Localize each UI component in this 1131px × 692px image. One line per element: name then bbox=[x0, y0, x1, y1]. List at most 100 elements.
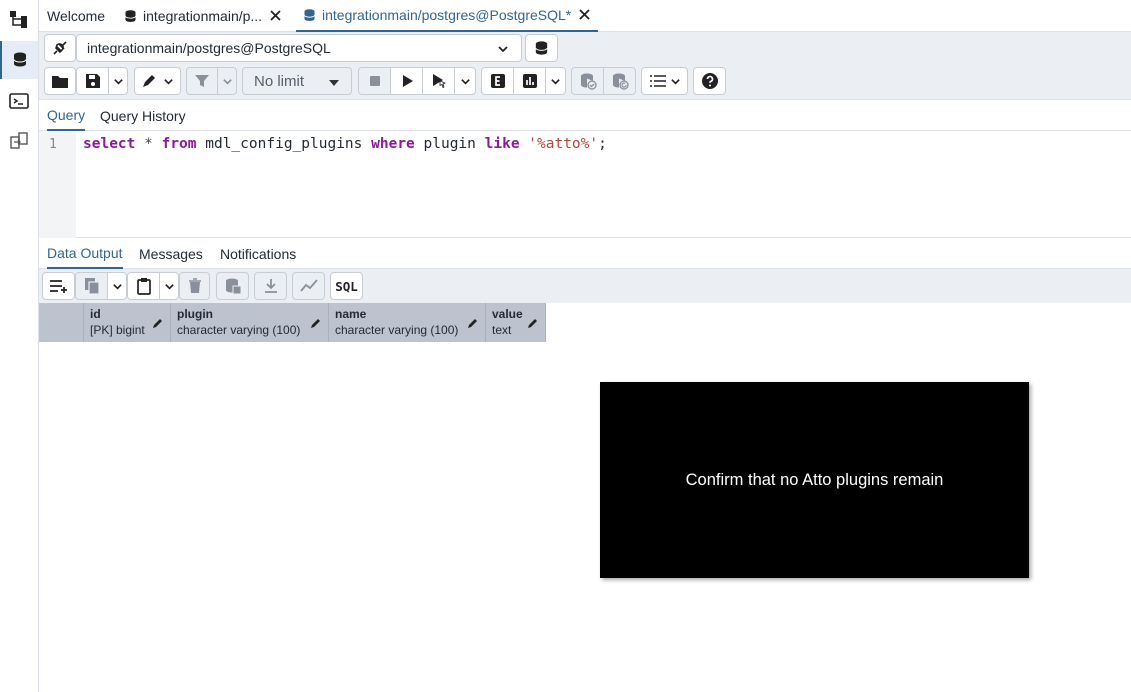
token-star: * bbox=[135, 136, 162, 152]
schema-diff-icon bbox=[10, 132, 28, 149]
paste-button[interactable] bbox=[127, 272, 160, 300]
copy-icon bbox=[84, 278, 100, 295]
database-icon bbox=[304, 8, 315, 21]
explain-button[interactable] bbox=[481, 67, 514, 95]
chevron-down-icon bbox=[164, 283, 174, 290]
add-row-icon bbox=[49, 280, 67, 293]
close-icon[interactable] bbox=[270, 8, 281, 24]
filter-options-dropdown[interactable] bbox=[217, 67, 237, 95]
row-limit-select[interactable]: No limit bbox=[242, 67, 352, 95]
execute-options-dropdown[interactable] bbox=[454, 67, 476, 95]
close-icon[interactable] bbox=[579, 7, 590, 23]
database-commit-icon bbox=[580, 73, 597, 90]
macros-button[interactable] bbox=[641, 67, 688, 95]
play-icon bbox=[402, 75, 413, 87]
execute-button[interactable] bbox=[390, 67, 423, 95]
trash-icon bbox=[188, 278, 201, 293]
open-file-button[interactable] bbox=[44, 67, 76, 95]
download-icon bbox=[264, 279, 277, 293]
graph-visualiser-button[interactable] bbox=[292, 272, 325, 300]
copy-button[interactable] bbox=[75, 272, 108, 300]
sql-button-label: SQL bbox=[335, 278, 358, 294]
tab-label: Messages bbox=[139, 246, 203, 262]
execute-script-button[interactable] bbox=[422, 67, 455, 95]
psql-terminal-button[interactable] bbox=[0, 82, 38, 120]
filter-button[interactable] bbox=[186, 67, 218, 95]
connection-status-button[interactable] bbox=[44, 34, 76, 62]
plug-icon bbox=[53, 41, 67, 55]
explain-options-dropdown[interactable] bbox=[545, 67, 566, 95]
save-options-dropdown[interactable] bbox=[108, 67, 128, 95]
commit-button[interactable] bbox=[571, 67, 604, 95]
tab-messages[interactable]: Messages bbox=[139, 239, 203, 269]
object-explorer-button[interactable] bbox=[0, 0, 38, 38]
instruction-overlay: Confirm that no Atto plugins remain bbox=[600, 382, 1029, 578]
edit-menu-button[interactable] bbox=[134, 67, 181, 95]
sql-button[interactable]: SQL bbox=[330, 272, 363, 300]
column-header-value[interactable]: value text bbox=[486, 303, 546, 342]
help-button[interactable] bbox=[693, 67, 726, 95]
tab-bar: Welcome integrationmain/p... integration… bbox=[39, 0, 1131, 32]
add-row-button[interactable] bbox=[42, 272, 75, 300]
new-connection-button[interactable] bbox=[525, 34, 558, 62]
tab-query[interactable]: Query bbox=[47, 100, 86, 131]
tab-label: Data Output bbox=[47, 245, 123, 261]
line-chart-icon bbox=[299, 279, 318, 292]
explain-analyze-button[interactable] bbox=[513, 67, 546, 95]
query-panel-tabs: Query Query History bbox=[39, 100, 1131, 131]
pencil-icon bbox=[527, 316, 539, 332]
keyword-select: select bbox=[83, 136, 136, 152]
download-button[interactable] bbox=[254, 272, 287, 300]
tab-query-active[interactable]: integrationmain/postgres@PostgreSQL* bbox=[296, 0, 599, 32]
database-rollback-icon bbox=[612, 73, 629, 90]
help-icon bbox=[701, 73, 718, 89]
tab-notifications[interactable]: Notifications bbox=[220, 239, 296, 269]
row-number-header[interactable] bbox=[39, 303, 84, 342]
chevron-down-icon bbox=[551, 78, 560, 85]
column-header-id[interactable]: id [PK] bigint bbox=[84, 303, 171, 342]
tab-welcome[interactable]: Welcome bbox=[47, 0, 105, 32]
row-limit-value: No limit bbox=[254, 72, 305, 90]
result-grid-header: id [PK] bigint plugin character varying … bbox=[39, 303, 546, 342]
copy-options-dropdown[interactable] bbox=[107, 272, 127, 300]
editor-gutter: 1 bbox=[39, 131, 76, 238]
schema-diff-button[interactable] bbox=[0, 122, 38, 160]
clipboard-icon bbox=[136, 278, 151, 295]
object-explorer-icon bbox=[10, 11, 27, 28]
column-name: name bbox=[335, 307, 367, 321]
connection-select[interactable]: integrationmain/postgres@PostgreSQL bbox=[76, 34, 522, 62]
tab-label: Query History bbox=[100, 107, 186, 124]
column-header-plugin[interactable]: plugin character varying (100) bbox=[171, 303, 329, 342]
sql-editor[interactable]: 1 select * from mdl_config_plugins where… bbox=[39, 131, 1131, 238]
tab-query-history[interactable]: Query History bbox=[100, 100, 186, 131]
output-panel-tabs: Data Output Messages Notifications bbox=[39, 239, 1131, 269]
stop-query-button[interactable] bbox=[358, 67, 391, 95]
save-file-button[interactable] bbox=[76, 67, 109, 95]
chevron-down-icon bbox=[164, 78, 173, 85]
sql-code-line[interactable]: select * from mdl_config_plugins where p… bbox=[83, 136, 607, 152]
tab-query-1[interactable]: integrationmain/p... bbox=[123, 0, 281, 32]
keyword-where: where bbox=[371, 136, 415, 152]
left-sidebar bbox=[0, 0, 39, 692]
caret-down-icon bbox=[329, 80, 339, 86]
tab-data-output[interactable]: Data Output bbox=[47, 239, 123, 269]
column-header-name[interactable]: name character varying (100) bbox=[329, 303, 486, 342]
list-icon bbox=[649, 75, 666, 87]
keyword-like: like bbox=[484, 136, 520, 152]
stop-icon bbox=[369, 76, 380, 86]
chevron-down-icon bbox=[113, 78, 123, 85]
chevron-down-icon bbox=[497, 42, 509, 58]
tab-label: integrationmain/p... bbox=[143, 8, 263, 24]
save-data-button[interactable] bbox=[216, 272, 249, 300]
paste-options-dropdown[interactable] bbox=[159, 272, 179, 300]
delete-row-button[interactable] bbox=[179, 272, 210, 300]
token-column: plugin bbox=[414, 136, 485, 152]
chevron-down-icon bbox=[112, 283, 122, 290]
line-number: 1 bbox=[49, 137, 57, 152]
column-type: character varying (100) bbox=[177, 323, 301, 337]
tab-label: Query bbox=[47, 106, 86, 123]
rollback-button[interactable] bbox=[603, 67, 636, 95]
query-tool-icon bbox=[13, 52, 27, 67]
query-tool-button[interactable] bbox=[0, 41, 38, 79]
